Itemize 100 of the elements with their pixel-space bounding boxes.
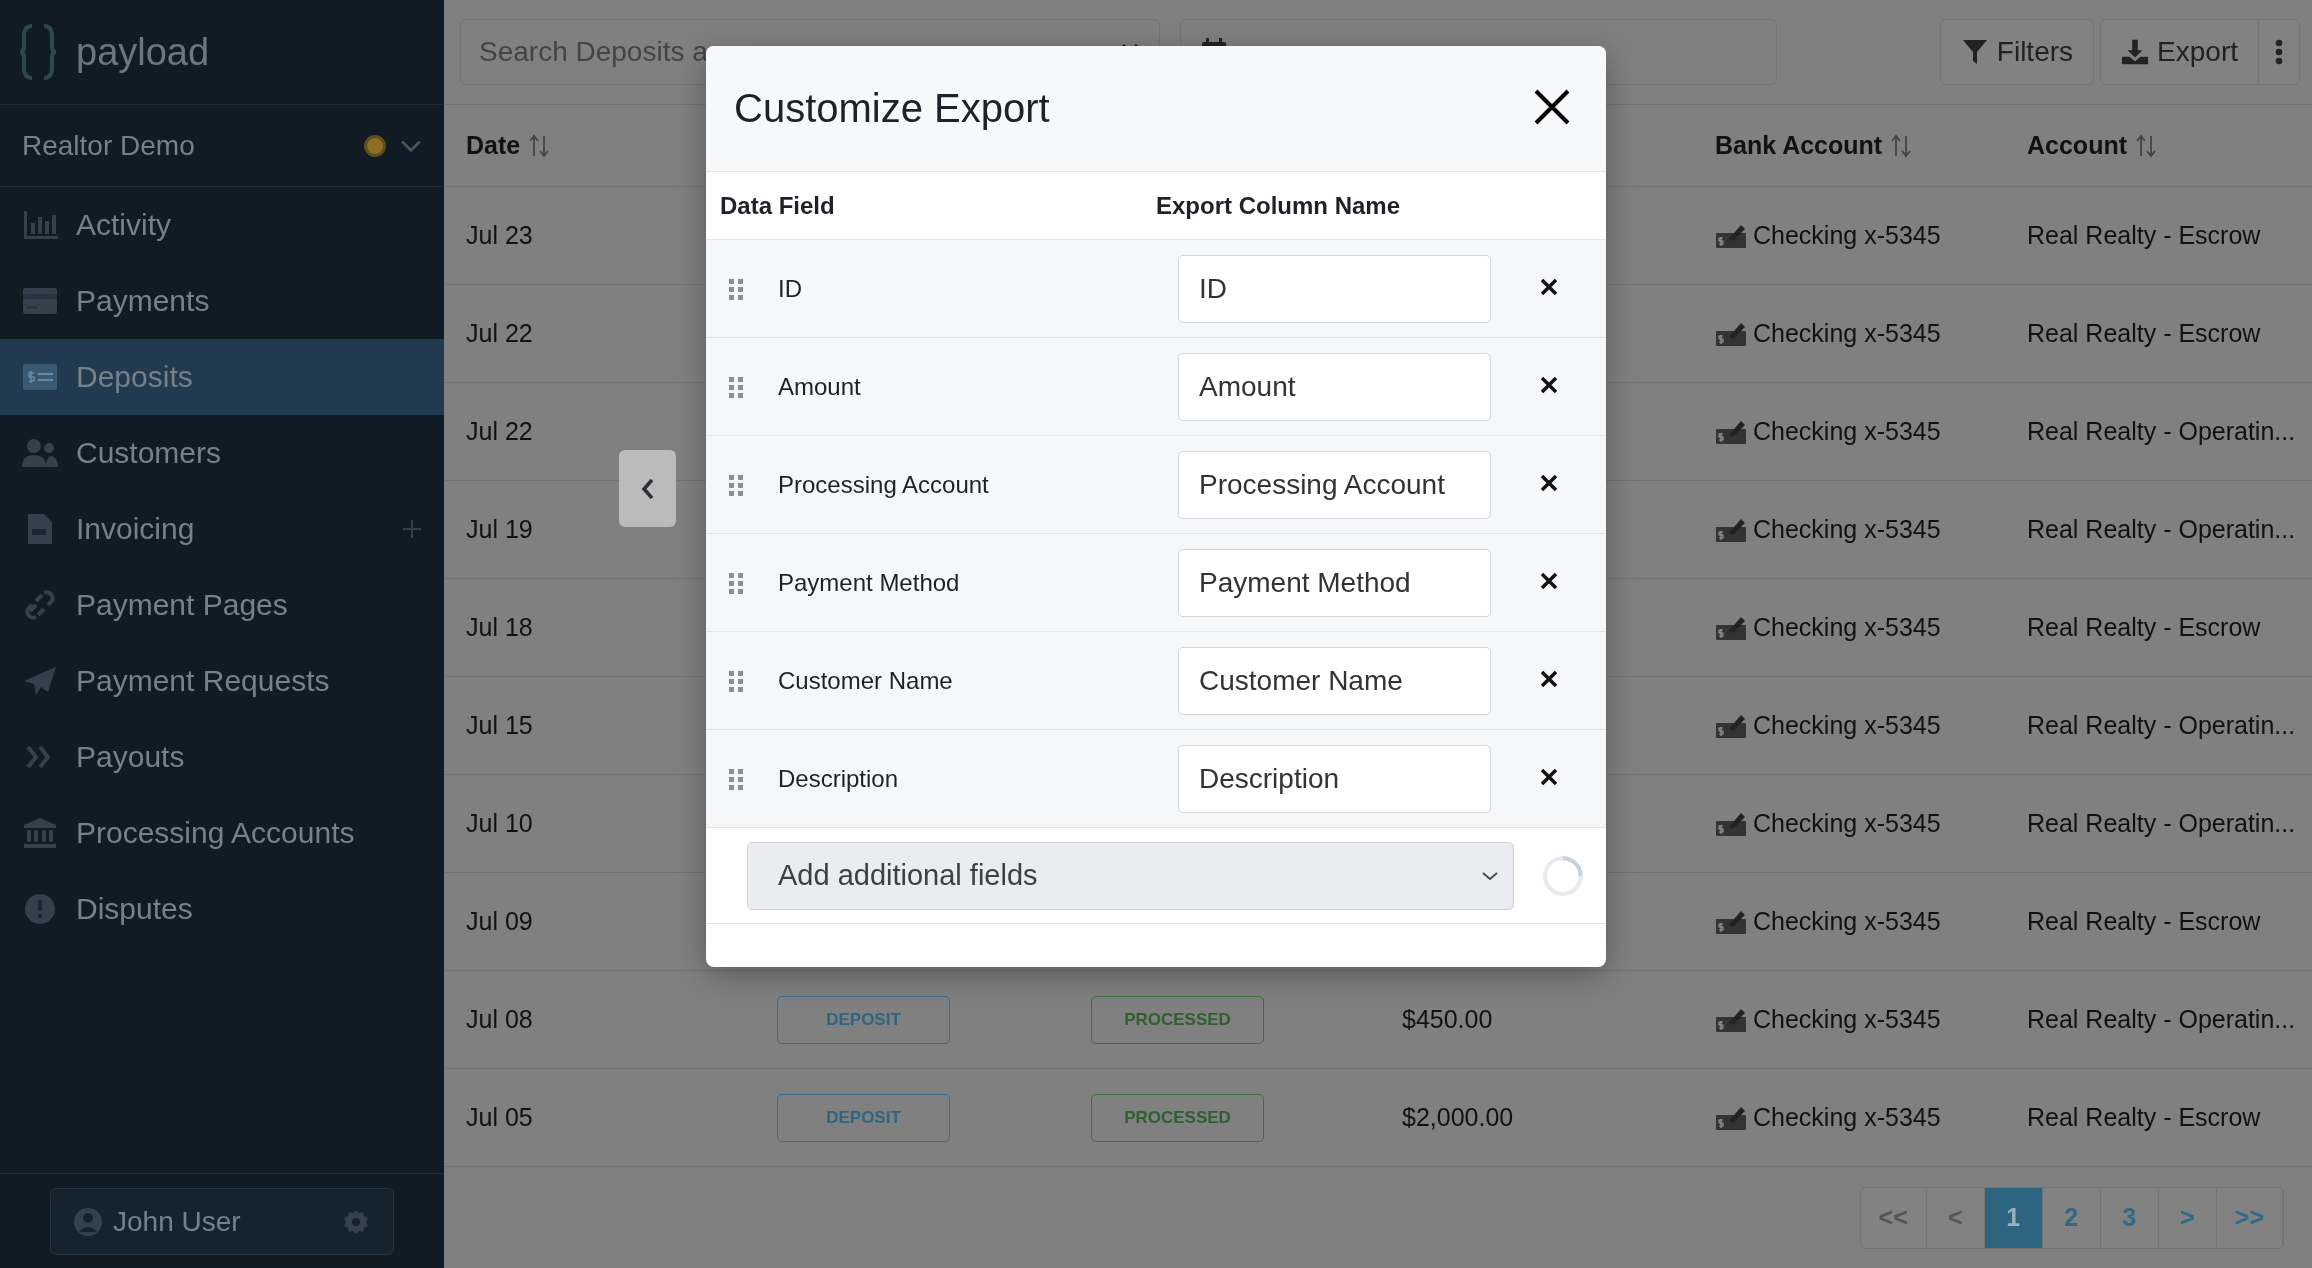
kebab-menu-icon	[2275, 39, 2283, 65]
table-cell: Checking x-5345	[1753, 515, 1941, 544]
check-icon	[1715, 1006, 1747, 1033]
table-cell-text: Real Realty - Operatin...	[2027, 711, 2297, 740]
column-name-input[interactable]: ID	[1178, 254, 1491, 323]
table-cell-text: Jul 09	[466, 907, 534, 936]
column-header[interactable]: Account	[2027, 131, 2127, 160]
chevron-left-icon	[640, 477, 655, 500]
column-name-input[interactable]: Description	[1178, 744, 1491, 813]
credit-card-icon	[22, 285, 58, 317]
check-icon	[1715, 222, 1747, 249]
drag-handle-icon	[728, 669, 744, 692]
table-cell-text: Jul 22	[466, 417, 534, 446]
table-cell-text: Real Realty - Operatin...	[2027, 515, 2297, 544]
table-cell: Checking x-5345	[1753, 221, 1941, 250]
table-cell-text: Real Realty - Operatin...	[2027, 809, 2297, 838]
chevron-down-icon	[400, 138, 422, 153]
download-icon	[2121, 38, 2150, 66]
user-button[interactable]: John User	[50, 1188, 394, 1255]
check-icon	[1715, 418, 1747, 445]
table-cell: Checking x-5345	[1753, 711, 1941, 740]
nav-item[interactable]: Disputes	[0, 871, 444, 947]
nav-item[interactable]: Customers	[0, 415, 444, 491]
nav-item[interactable]: Payment Pages	[0, 567, 444, 643]
add-fields-dropdown[interactable]: Add additional fields	[747, 841, 1515, 910]
check-icon	[1715, 516, 1747, 543]
filter-icon	[1960, 38, 1989, 66]
drag-handle-icon	[728, 473, 744, 496]
brand-name: payload	[76, 30, 210, 74]
table-cell: Checking x-5345	[1753, 809, 1941, 838]
check-icon	[1715, 1104, 1747, 1131]
table-cell-text: $450.00	[1402, 1005, 1494, 1034]
type-badge: DEPOSIT	[777, 1093, 950, 1142]
table-cell-text: Real Realty - Operatin...	[2027, 417, 2297, 446]
nav-item[interactable]: Payouts	[0, 719, 444, 795]
close-icon	[1538, 767, 1559, 787]
status-badge: PROCESSED	[1091, 995, 1264, 1044]
table-cell: Checking x-5345	[1753, 1103, 1941, 1132]
nav-item[interactable]: Processing Accounts	[0, 795, 444, 871]
table-cell-text: Real Realty - Escrow	[2027, 907, 2262, 936]
bank-icon	[22, 817, 58, 849]
bar-chart-icon	[22, 209, 58, 241]
table-cell-text: Jul 19	[466, 515, 534, 544]
status-dot	[364, 134, 386, 157]
page-button[interactable]: 1	[1984, 1187, 2043, 1248]
column-name-input[interactable]: Customer Name	[1178, 646, 1491, 715]
nav-item[interactable]: Invoicing	[0, 491, 444, 567]
column-name-input[interactable]: Payment Method	[1178, 548, 1491, 617]
close-icon	[1538, 669, 1559, 689]
dialog-title: Customize Export	[734, 86, 1051, 131]
table-cell-text: $2,000.00	[1402, 1103, 1515, 1132]
check-icon	[1715, 614, 1747, 641]
braces-logo-icon	[18, 22, 58, 82]
status-badge: PROCESSED	[1091, 1093, 1264, 1142]
nav-item[interactable]: Deposits	[0, 339, 444, 415]
table-cell-text: Real Realty - Escrow	[2027, 613, 2262, 642]
table-cell: Checking x-5345	[1753, 613, 1941, 642]
check-icon	[1715, 320, 1747, 347]
more-menu-button[interactable]	[2258, 19, 2300, 85]
table-cell-text: Jul 08	[466, 1005, 534, 1034]
nav-item[interactable]: Payments	[0, 263, 444, 339]
column-header[interactable]: Date	[466, 131, 521, 160]
column-name-input[interactable]: Processing Account	[1178, 450, 1491, 519]
money-card-icon	[22, 361, 58, 393]
table-cell-text: Real Realty - Escrow	[2027, 1103, 2262, 1132]
field-name: Description	[777, 764, 900, 793]
alert-circle-icon	[22, 893, 58, 925]
field-name: ID	[777, 274, 803, 303]
filters-button[interactable]: Filters	[1939, 19, 2095, 85]
sort-arrows-icon	[1890, 133, 1913, 158]
column-name-input[interactable]: Amount	[1178, 352, 1491, 421]
table-cell: Checking x-5345	[1753, 1005, 1941, 1034]
field-name: Amount	[777, 372, 862, 401]
table-cell: Checking x-5345	[1753, 417, 1941, 446]
close-icon	[1538, 571, 1559, 591]
avatar-icon	[73, 1206, 103, 1237]
check-icon	[1715, 908, 1747, 935]
table-cell-text: Jul 15	[466, 711, 534, 740]
sort-arrows-icon	[2135, 133, 2157, 158]
table-cell: Checking x-5345	[1753, 907, 1941, 936]
table-cell: Checking x-5345	[1753, 319, 1941, 348]
nav-item[interactable]: Payment Requests	[0, 643, 444, 719]
table-cell-text: Jul 05	[466, 1103, 534, 1132]
check-icon	[1715, 712, 1747, 739]
close-icon	[1532, 87, 1572, 127]
export-button[interactable]: Export	[2100, 19, 2259, 85]
nav-item[interactable]: Activity	[0, 187, 444, 263]
table-cell-text: Real Realty - Escrow	[2027, 221, 2262, 250]
people-icon	[22, 437, 58, 469]
paper-plane-icon	[22, 665, 58, 697]
column-header: Export Column Name	[1156, 191, 1402, 220]
drag-handle-icon	[728, 375, 744, 398]
table-cell-text: Jul 22	[466, 319, 534, 348]
check-icon	[1715, 810, 1747, 837]
field-name: Processing Account	[777, 470, 990, 499]
table-cell-text: Jul 10	[466, 809, 534, 838]
drag-handle-icon	[728, 571, 744, 594]
column-header[interactable]: Bank Account	[1715, 131, 1883, 160]
close-icon	[1538, 375, 1559, 395]
table-cell-text: Jul 18	[466, 613, 534, 642]
